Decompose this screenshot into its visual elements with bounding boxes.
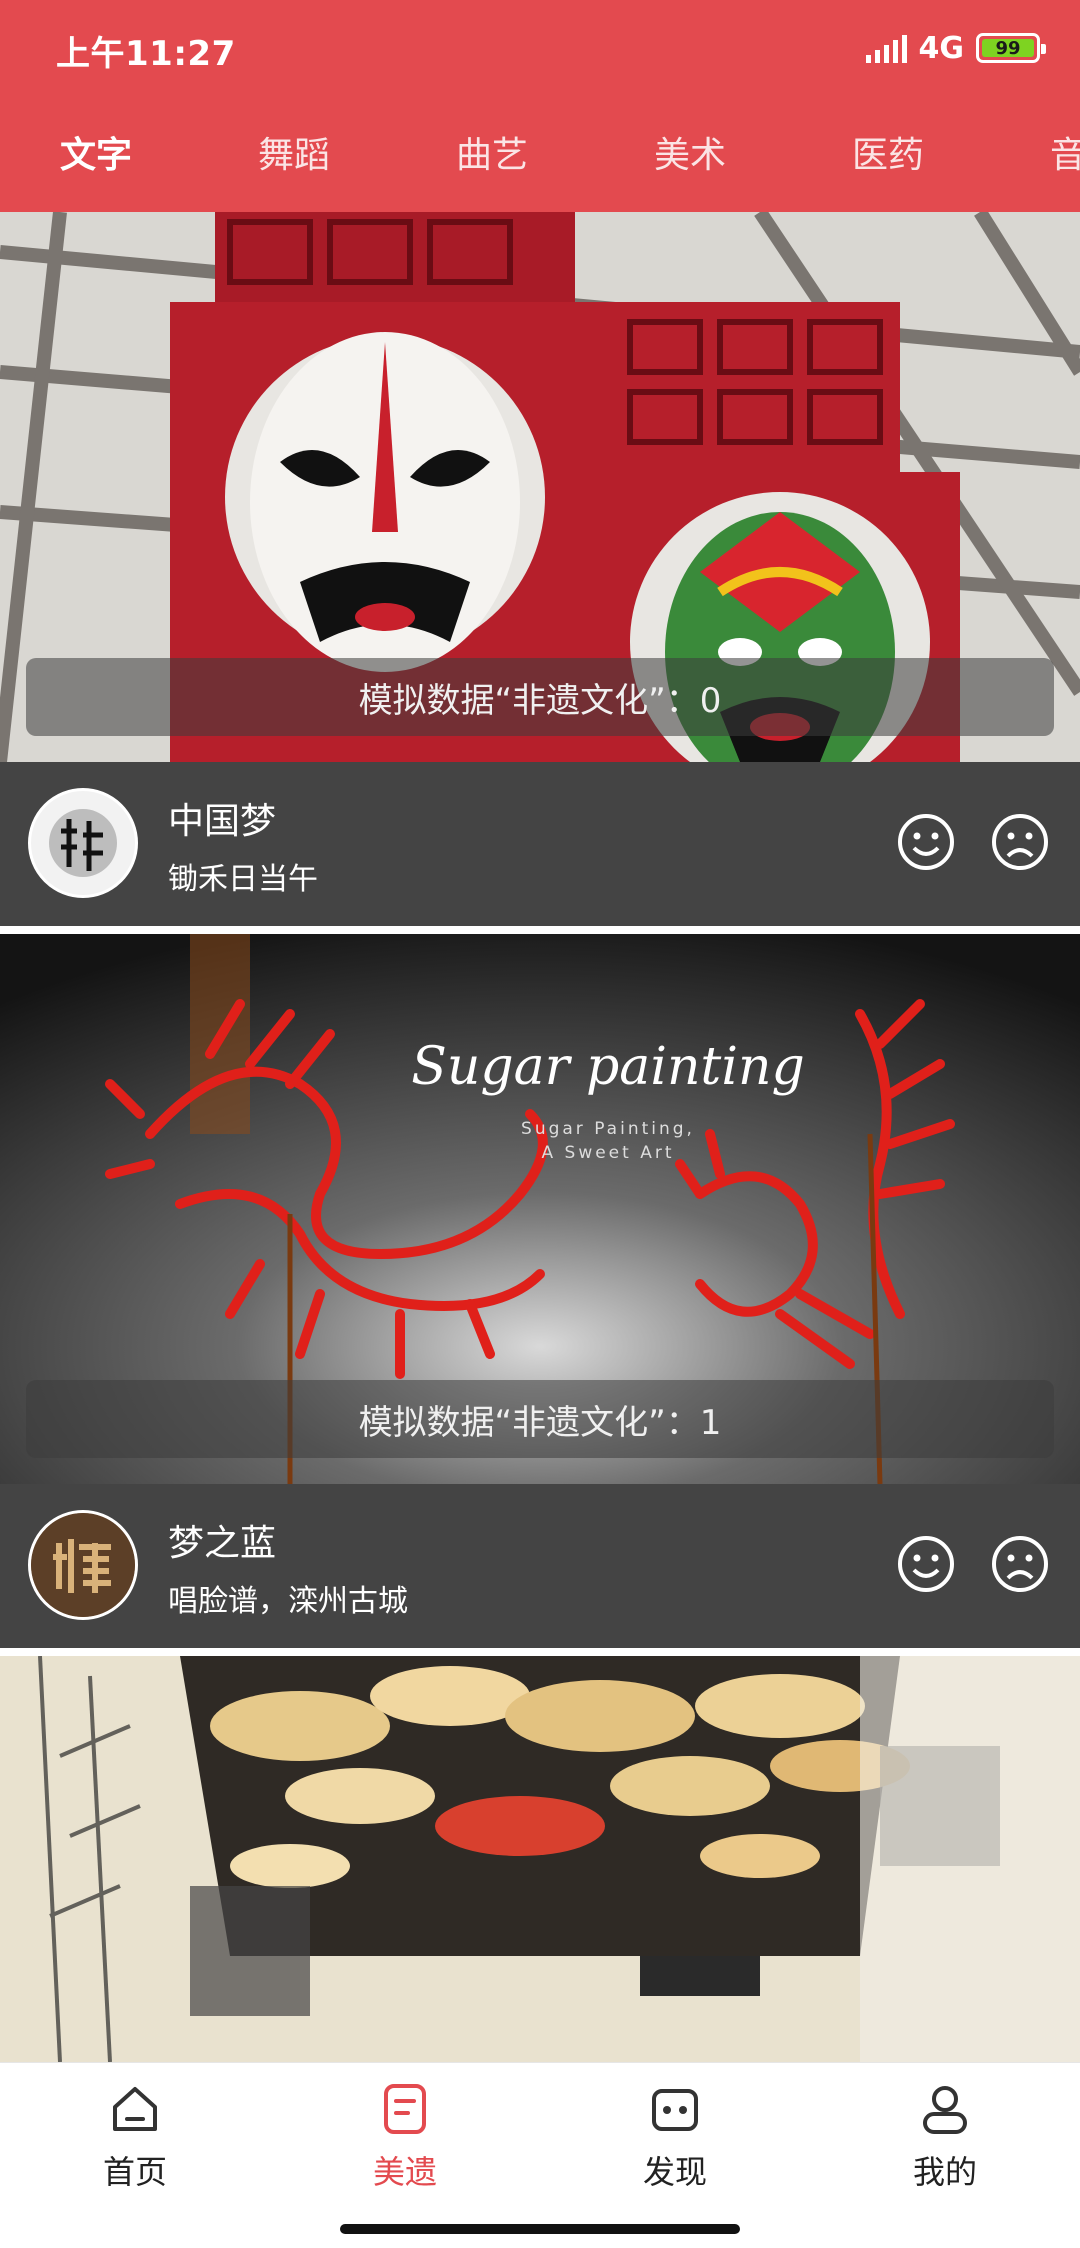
card-caption: 模拟数据“非遗文化”：1 xyxy=(26,1380,1054,1458)
home-indicator[interactable] xyxy=(340,2224,740,2234)
nav-label: 美遗 xyxy=(372,2153,437,2191)
tab-wenzi[interactable]: 文字 xyxy=(60,126,132,178)
frown-icon[interactable] xyxy=(990,1534,1050,1594)
status-bar: 上午11:27 4G 99 xyxy=(0,0,1080,96)
card-subtitle: 锄禾日当午 xyxy=(168,862,318,897)
sugar-sub1: Sugar Painting, xyxy=(521,1119,695,1139)
tab-yiyao[interactable]: 医药 xyxy=(852,126,924,178)
tab-meishu[interactable]: 美术 xyxy=(654,126,726,178)
tab-yin[interactable]: 音 xyxy=(1050,126,1080,178)
status-icons: 4G 99 xyxy=(865,28,1046,68)
document-icon xyxy=(384,2084,426,2134)
card-image-opera-masks[interactable]: 模拟数据“非遗文化”：0 xyxy=(0,212,1080,762)
avatar[interactable] xyxy=(28,1510,138,1620)
signal-icon xyxy=(865,33,907,63)
smile-icon[interactable] xyxy=(896,812,956,872)
nav-discover[interactable]: 发现 xyxy=(575,2081,775,2211)
person-icon xyxy=(923,2086,967,2134)
tab-wudao[interactable]: 舞蹈 xyxy=(258,126,330,178)
sugar-sub2: A Sweet Art xyxy=(542,1143,675,1163)
card-divider xyxy=(0,926,1080,934)
nav-meiyi[interactable]: 美遗 xyxy=(305,2081,505,2211)
card-title: 中国梦 xyxy=(168,801,277,842)
card-info-bar: 中国梦 锄禾日当午 xyxy=(0,762,1080,926)
sugar-heading: Sugar painting xyxy=(411,1037,805,1097)
app-header: 上午11:27 4G 99 文字 舞蹈 曲艺 美术 医药 音 xyxy=(0,0,1080,212)
home-icon xyxy=(113,2087,157,2131)
card-title: 梦之蓝 xyxy=(168,1523,277,1564)
card-image-umbrella-hall[interactable] xyxy=(0,1656,1080,2062)
tab-quyi[interactable]: 曲艺 xyxy=(456,126,528,178)
bottom-navigation: 首页 美遗 发现 我的 xyxy=(0,2062,1080,2248)
smile-icon[interactable] xyxy=(896,1534,956,1594)
battery-level: 99 xyxy=(995,37,1021,59)
card-info-bar: 梦之蓝 唱脸谱，滦州古城 xyxy=(0,1484,1080,1648)
status-time: 上午11:27 xyxy=(56,34,236,74)
card-subtitle: 唱脸谱，滦州古城 xyxy=(168,1584,408,1619)
avatar[interactable] xyxy=(28,788,138,898)
card-image-sugar-painting[interactable]: Sugar painting Sugar Painting, A Sweet A… xyxy=(0,934,1080,1484)
nav-home[interactable]: 首页 xyxy=(35,2081,235,2211)
card-caption: 模拟数据“非遗文化”：0 xyxy=(26,658,1054,736)
nav-label: 首页 xyxy=(102,2153,167,2191)
discover-icon xyxy=(652,2089,698,2131)
nav-mine[interactable]: 我的 xyxy=(845,2081,1045,2211)
nav-label: 发现 xyxy=(642,2153,707,2191)
battery-icon: 99 xyxy=(976,33,1046,63)
card-divider xyxy=(0,1648,1080,1656)
content-feed[interactable]: 模拟数据“非遗文化”：0 中国梦 锄禾日当午 Sugar painting Su… xyxy=(0,212,1080,2062)
category-tabs: 文字 舞蹈 曲艺 美术 医药 音 xyxy=(0,112,1080,192)
network-type: 4G xyxy=(918,30,965,66)
frown-icon[interactable] xyxy=(990,812,1050,872)
nav-label: 我的 xyxy=(912,2153,977,2191)
